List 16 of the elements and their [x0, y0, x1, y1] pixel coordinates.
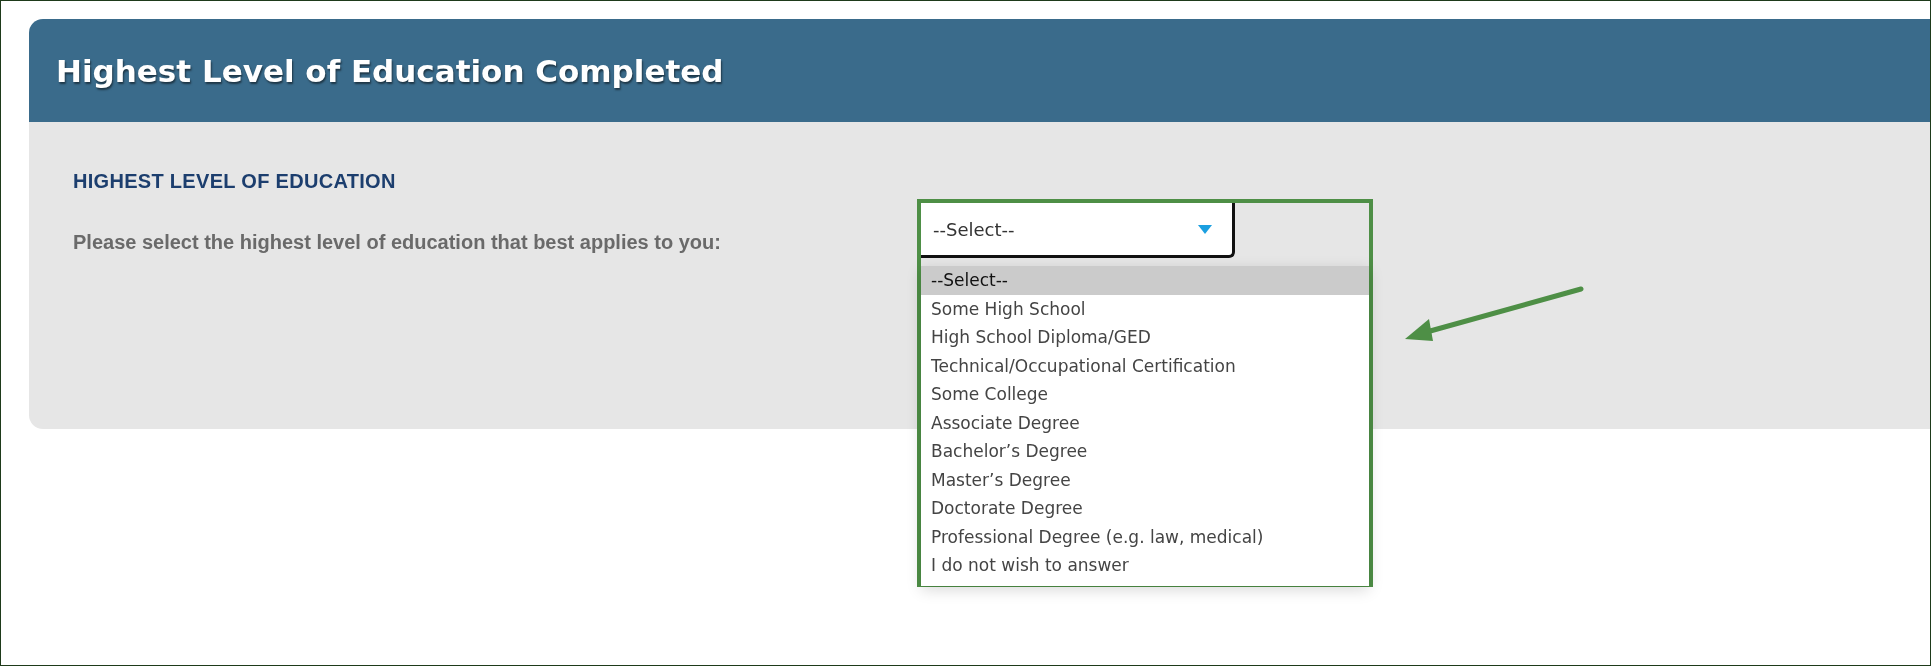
dropdown-option[interactable]: I do not wish to answer	[921, 551, 1369, 580]
question-label: Please select the highest level of education that best applies to you:	[73, 231, 722, 255]
dropdown-option[interactable]: Master’s Degree	[921, 465, 1369, 494]
panel-title: Highest Level of Education Completed	[56, 52, 724, 89]
dropdown-option[interactable]: Doctorate Degree	[921, 494, 1369, 523]
education-dropdown[interactable]: --Select--	[921, 203, 1235, 258]
dropdown-option[interactable]: --Select--	[921, 266, 1369, 295]
dropdown-option[interactable]: Technical/Occupational Certification	[921, 351, 1369, 380]
section-heading: HIGHEST LEVEL OF EDUCATION	[73, 170, 397, 193]
dropdown-option[interactable]: Bachelor’s Degree	[921, 437, 1369, 466]
dropdown-option[interactable]: Some College	[921, 380, 1369, 409]
caret-icon	[1198, 224, 1212, 234]
dropdown-option[interactable]: Professional Degree (e.g. law, medical)	[921, 522, 1369, 551]
dropdown-option[interactable]: Some High School	[921, 294, 1369, 323]
dropdown-option[interactable]: High School Diploma/GED	[921, 323, 1369, 352]
dropdown-option[interactable]: Associate Degree	[921, 408, 1369, 437]
